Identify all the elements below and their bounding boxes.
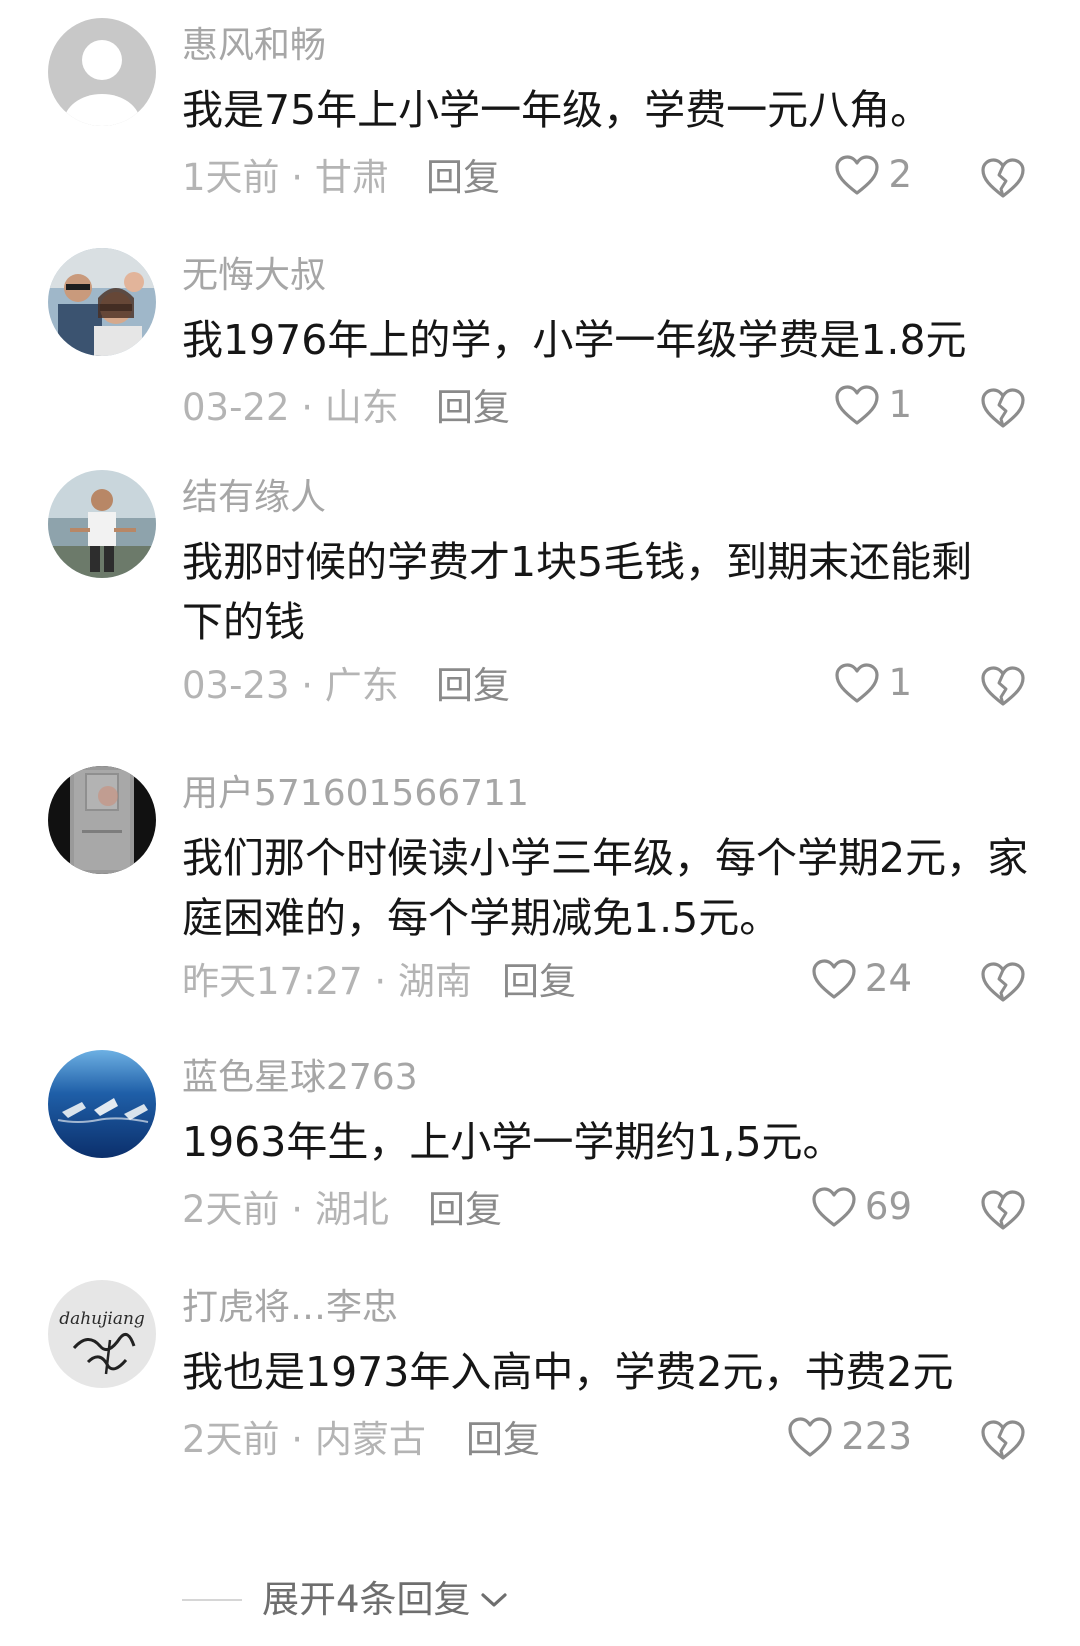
comment-text: 我那时候的学费才1块5毛钱，到期末还能剩下的钱 <box>182 538 973 646</box>
dislike-button[interactable] <box>980 387 1026 433</box>
like-count: 223 <box>841 1415 912 1458</box>
photo-avatar-icon <box>48 470 156 578</box>
like-button[interactable]: 69 <box>811 1185 912 1229</box>
broken-heart-icon <box>981 666 1025 706</box>
reply-button[interactable]: 回复 <box>502 960 576 1004</box>
dislike-button[interactable] <box>980 665 1026 711</box>
comment-text: 我们那个时候读小学三年级，每个学期2元，家庭困难的，每个学期减免1.5元。 <box>182 834 1029 942</box>
expand-replies-button[interactable]: 展开4条回复 <box>182 1578 511 1622</box>
reply-button[interactable]: 回复 <box>466 1418 540 1462</box>
heart-icon <box>812 959 856 999</box>
dislike-button[interactable] <box>980 961 1026 1007</box>
comment-meta: 1天前 · 甘肃 <box>182 156 389 199</box>
reply-button[interactable]: 回复 <box>436 664 510 708</box>
photo-avatar-icon <box>48 248 156 356</box>
like-count: 1 <box>888 661 912 704</box>
heart-icon <box>812 1187 856 1227</box>
comment-meta: 03-22 · 山东 <box>182 386 399 429</box>
broken-heart-icon <box>981 158 1025 198</box>
like-count: 1 <box>888 383 912 426</box>
expand-replies-label: 展开4条回复 <box>262 1578 471 1621</box>
reply-button[interactable]: 回复 <box>426 156 500 200</box>
comment-meta: 03-23 · 广东 <box>182 664 399 707</box>
avatar[interactable] <box>48 766 156 874</box>
like-count: 2 <box>888 153 912 196</box>
username[interactable]: 用户571601566711 <box>182 772 529 816</box>
broken-heart-icon <box>981 1190 1025 1230</box>
dislike-button[interactable] <box>980 1189 1026 1235</box>
like-button[interactable]: 1 <box>834 383 912 427</box>
reply-button[interactable]: 回复 <box>436 386 510 430</box>
heart-icon <box>835 663 880 703</box>
broken-heart-icon <box>981 1420 1025 1460</box>
comment-text: 1963年生，上小学一学期约1,5元。 <box>182 1118 844 1166</box>
avatar[interactable]: dahujiang <box>48 1280 156 1388</box>
comment-text: 我是75年上小学一年级，学费一元八角。 <box>182 86 932 134</box>
photo-avatar-icon <box>48 766 156 874</box>
photo-avatar-icon <box>48 1050 156 1158</box>
username[interactable]: 蓝色星球2763 <box>182 1056 418 1100</box>
avatar[interactable] <box>48 470 156 578</box>
like-count: 69 <box>864 1185 912 1228</box>
username[interactable]: 无悔大叔 <box>182 254 326 298</box>
default-avatar-icon <box>48 18 156 126</box>
comment-meta: 2天前 · 湖北 <box>182 1188 389 1231</box>
avatar[interactable] <box>48 18 156 126</box>
username[interactable]: 惠风和畅 <box>182 24 326 68</box>
avatar[interactable] <box>48 248 156 356</box>
username[interactable]: 打虎将…李忠 <box>182 1286 398 1330</box>
username[interactable]: 结有缘人 <box>182 476 326 520</box>
like-button[interactable]: 1 <box>834 661 912 705</box>
comment-meta: 昨天17:27 · 湖南 <box>182 960 472 1003</box>
heart-icon <box>788 1417 832 1457</box>
divider <box>182 1599 242 1601</box>
avatar-signature-text: dahujiang <box>59 1309 145 1329</box>
comment-text: 我也是1973年入高中，学费2元，书费2元 <box>182 1348 954 1396</box>
heart-icon <box>835 385 880 425</box>
comment-text: 我1976年上的学，小学一年级学费是1.8元 <box>182 316 967 364</box>
dislike-button[interactable] <box>980 157 1026 203</box>
broken-heart-icon <box>981 388 1025 428</box>
like-button[interactable]: 2 <box>834 153 912 197</box>
like-button[interactable]: 223 <box>787 1415 912 1459</box>
avatar[interactable] <box>48 1050 156 1158</box>
heart-icon <box>835 155 880 195</box>
chevron-down-icon <box>480 1593 507 1607</box>
signature-avatar-icon: dahujiang <box>48 1280 156 1388</box>
dislike-button[interactable] <box>980 1419 1026 1465</box>
comment-meta: 2天前 · 内蒙古 <box>182 1418 426 1461</box>
reply-button[interactable]: 回复 <box>428 1188 502 1232</box>
like-button[interactable]: 24 <box>811 957 912 1001</box>
broken-heart-icon <box>981 962 1025 1002</box>
like-count: 24 <box>864 957 912 1000</box>
